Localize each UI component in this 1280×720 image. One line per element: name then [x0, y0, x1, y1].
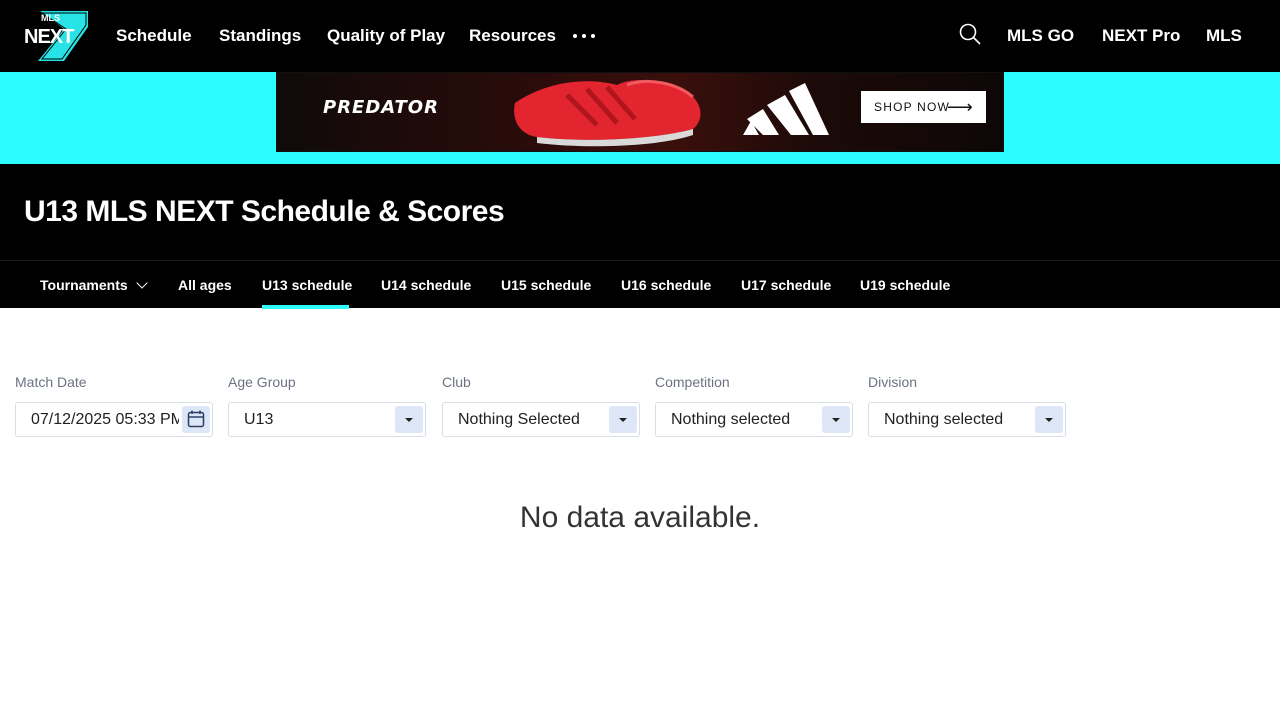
nav-schedule[interactable]: Schedule — [116, 24, 192, 48]
football-boot-image — [514, 79, 701, 147]
tab-u13-schedule[interactable]: U13 schedule — [262, 275, 352, 295]
nav-mls-go[interactable]: MLS GO — [1007, 24, 1074, 48]
competition-value: Nothing selected — [671, 411, 791, 428]
ad-brand-text: PREDATOR — [323, 97, 439, 118]
active-tab-indicator — [262, 305, 349, 309]
match-date-input[interactable]: 07/12/2025 05:33 PM — [15, 402, 213, 437]
dropdown-toggle[interactable] — [1035, 406, 1063, 433]
division-label: Division — [868, 374, 918, 390]
tab-u19-schedule[interactable]: U19 schedule — [860, 275, 950, 295]
age-group-select[interactable]: U13 — [228, 402, 426, 437]
adidas-logo-icon — [743, 83, 829, 135]
nav-standings[interactable]: Standings — [219, 24, 301, 48]
tab-all-ages[interactable]: All ages — [178, 275, 232, 295]
advertisement-banner[interactable]: PREDATOR SHOP NOW ⟶ — [276, 72, 1004, 152]
dropdown-toggle[interactable] — [395, 406, 423, 433]
nav-resources[interactable]: Resources — [469, 24, 556, 48]
arrow-right-icon: ⟶ — [946, 97, 974, 117]
caret-down-icon — [619, 418, 627, 422]
chevron-down-icon — [135, 277, 148, 289]
search-icon[interactable] — [958, 22, 982, 48]
nav-mls[interactable]: MLS — [1206, 24, 1242, 48]
tournaments-dropdown[interactable]: Tournaments — [40, 275, 148, 295]
competition-filter: Competition Nothing selected — [655, 374, 853, 437]
top-navigation: MLS NEXT Schedule Standings Quality of P… — [0, 0, 1280, 72]
competition-label: Competition — [655, 374, 730, 390]
tournaments-label: Tournaments — [40, 277, 128, 293]
shop-now-button[interactable]: SHOP NOW ⟶ — [861, 91, 986, 123]
nav-next-pro[interactable]: NEXT Pro — [1102, 24, 1180, 48]
age-group-value: U13 — [244, 411, 274, 428]
match-date-value: 07/12/2025 05:33 PM — [31, 411, 179, 428]
division-value: Nothing selected — [884, 411, 1004, 428]
dropdown-toggle[interactable] — [609, 406, 637, 433]
more-horizontal-icon[interactable] — [572, 22, 596, 46]
age-group-filter: Age Group U13 — [228, 374, 426, 437]
schedule-subnav: Tournaments All ages U13 schedule U14 sc… — [0, 260, 1280, 309]
division-select[interactable]: Nothing selected — [868, 402, 1066, 437]
match-date-label: Match Date — [15, 374, 87, 390]
tab-u16-schedule[interactable]: U16 schedule — [621, 275, 711, 295]
caret-down-icon — [405, 418, 413, 422]
club-select[interactable]: Nothing Selected — [442, 402, 640, 437]
division-filter: Division Nothing selected — [868, 374, 1066, 437]
competition-select[interactable]: Nothing selected — [655, 402, 853, 437]
caret-down-icon — [1045, 418, 1053, 422]
dropdown-toggle[interactable] — [822, 406, 850, 433]
club-filter: Club Nothing Selected — [442, 374, 640, 437]
tab-u15-schedule[interactable]: U15 schedule — [501, 275, 591, 295]
calendar-icon[interactable] — [182, 406, 210, 433]
mls-next-logo[interactable]: MLS NEXT — [24, 9, 92, 63]
empty-state-message: No data available. — [519, 501, 761, 534]
caret-down-icon — [832, 418, 840, 422]
tab-u14-schedule[interactable]: U14 schedule — [381, 275, 471, 295]
svg-text:NEXT: NEXT — [24, 26, 74, 48]
nav-quality-of-play[interactable]: Quality of Play — [327, 24, 445, 48]
page-header: U13 MLS NEXT Schedule & Scores — [0, 164, 1280, 260]
tab-u17-schedule[interactable]: U17 schedule — [741, 275, 831, 295]
svg-text:MLS: MLS — [41, 13, 60, 23]
page-title: U13 MLS NEXT Schedule & Scores — [24, 195, 505, 228]
club-label: Club — [442, 374, 471, 390]
match-date-filter: Match Date 07/12/2025 05:33 PM — [15, 374, 213, 437]
club-value: Nothing Selected — [458, 411, 580, 428]
shop-now-label: SHOP NOW — [874, 100, 951, 114]
age-group-label: Age Group — [228, 374, 296, 390]
